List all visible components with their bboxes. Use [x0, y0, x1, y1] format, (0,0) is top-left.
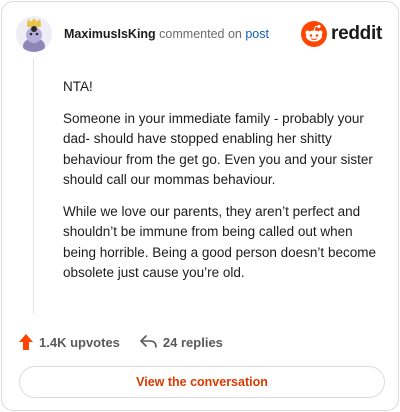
replies-stat[interactable]: 24 replies [140, 335, 223, 350]
comment-footer: 1.4K upvotes 24 replies [19, 332, 223, 352]
action-text: commented on [159, 27, 242, 41]
comment-header: MaximusIsKing commented on post reddit [16, 16, 384, 52]
avatar[interactable] [16, 16, 52, 52]
reddit-logo[interactable]: reddit [301, 21, 382, 47]
comment-paragraph: NTA! [63, 79, 93, 94]
view-conversation-button[interactable]: View the conversation [19, 366, 385, 398]
username-link[interactable]: MaximusIsKing [64, 27, 156, 41]
thread-line [33, 58, 34, 314]
upvote-arrow-icon [19, 334, 33, 350]
reddit-logo-icon [301, 21, 328, 47]
byline: MaximusIsKing commented on post [64, 27, 269, 41]
upvotes-count: 1.4K upvotes [39, 334, 120, 350]
replies-count: 24 replies [162, 334, 223, 350]
reddit-wordmark: reddit [331, 23, 382, 44]
embedded-comment-card: MaximusIsKing commented on post reddit N… [1, 1, 399, 411]
comment-paragraph: While we love our parents, they aren’t p… [63, 203, 376, 281]
upvotes-stat[interactable]: 1.4K upvotes [19, 334, 120, 350]
comment-body: NTA! Someone in your immediate family - … [63, 77, 385, 295]
reply-arrow-icon [140, 335, 157, 348]
post-link[interactable]: post [245, 27, 269, 41]
comment-paragraph: Someone in your immediate family - proba… [63, 110, 373, 188]
